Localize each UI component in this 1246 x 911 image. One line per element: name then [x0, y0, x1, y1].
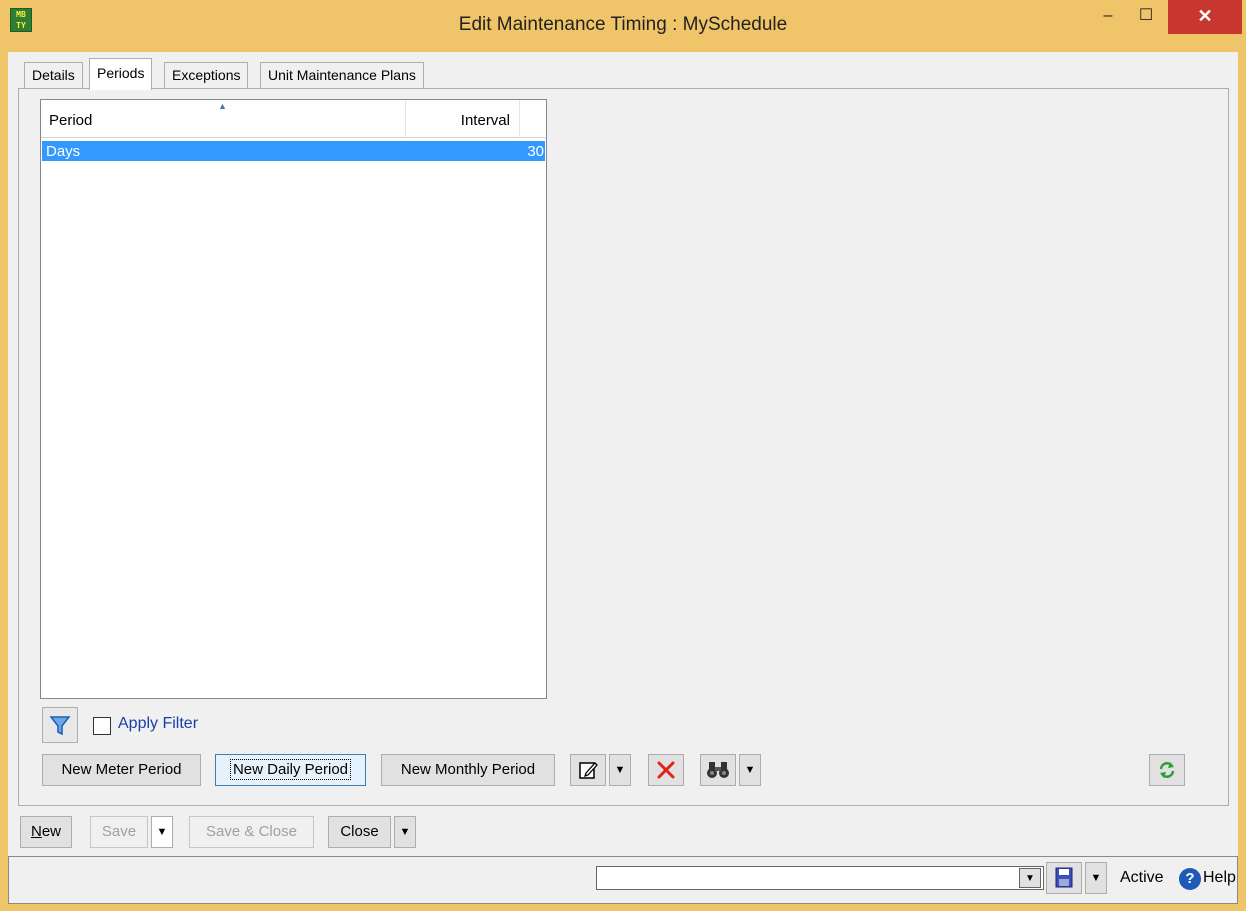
save-and-close-button[interactable]: Save & Close [189, 816, 314, 848]
filter-button[interactable] [42, 707, 78, 743]
apply-filter-label[interactable]: Apply Filter [118, 715, 198, 733]
periods-list[interactable] [40, 99, 547, 699]
list-item-period: Days [46, 143, 81, 160]
edit-button[interactable] [570, 754, 606, 786]
list-item-interval: 30 [527, 143, 544, 160]
close-window-button[interactable]: ✕ [1168, 0, 1242, 34]
tab-periods[interactable]: Periods [89, 58, 153, 90]
close-dropdown-arrow[interactable]: ▼ [394, 816, 416, 848]
maximize-button[interactable]: ☐ [1128, 0, 1164, 34]
new-label-rest: ew [41, 823, 62, 840]
find-button[interactable] [700, 754, 736, 786]
apply-filter-checkbox[interactable] [93, 717, 111, 735]
tab-unit-maintenance-plans[interactable]: Unit Maintenance Plans [260, 62, 424, 88]
edit-dropdown-arrow[interactable]: ▼ [609, 754, 631, 786]
new-button[interactable]: New [20, 816, 72, 848]
close-button[interactable]: Close [328, 816, 391, 848]
layout-combobox[interactable] [596, 866, 1044, 890]
edit-icon [579, 762, 598, 779]
save-layout-icon [1055, 867, 1073, 888]
refresh-icon [1159, 762, 1175, 778]
tab-details[interactable]: Details [24, 62, 83, 88]
save-button[interactable]: Save [90, 816, 148, 848]
new-meter-period-button[interactable]: New Meter Period [42, 754, 201, 786]
new-mnemonic: N [30, 823, 42, 840]
find-dropdown-arrow[interactable]: ▼ [739, 754, 761, 786]
new-daily-period-label: New Daily Period [229, 759, 352, 780]
save-layout-dropdown-arrow[interactable]: ▼ [1085, 862, 1107, 894]
help-link[interactable]: Help [1203, 869, 1236, 887]
status-active-label: Active [1120, 869, 1164, 886]
filter-icon [49, 716, 71, 736]
new-daily-period-button[interactable]: New Daily Period [215, 754, 366, 786]
delete-button[interactable] [648, 754, 684, 786]
tab-exceptions[interactable]: Exceptions [164, 62, 249, 88]
refresh-button[interactable] [1149, 754, 1185, 786]
delete-icon [657, 761, 675, 779]
binoculars-icon [707, 762, 729, 778]
sort-ascending-icon: ▲ [218, 101, 227, 111]
layout-combobox-arrow[interactable]: ▼ [1019, 868, 1041, 888]
help-icon[interactable]: ? [1179, 868, 1201, 890]
minimize-button[interactable]: – [1090, 0, 1126, 34]
column-header-interval[interactable]: Interval [406, 100, 520, 138]
window-title: Edit Maintenance Timing : MySchedule [458, 14, 788, 35]
save-layout-button[interactable] [1046, 862, 1082, 894]
new-monthly-period-button[interactable]: New Monthly Period [381, 754, 555, 786]
save-dropdown-arrow[interactable]: ▼ [151, 816, 173, 848]
